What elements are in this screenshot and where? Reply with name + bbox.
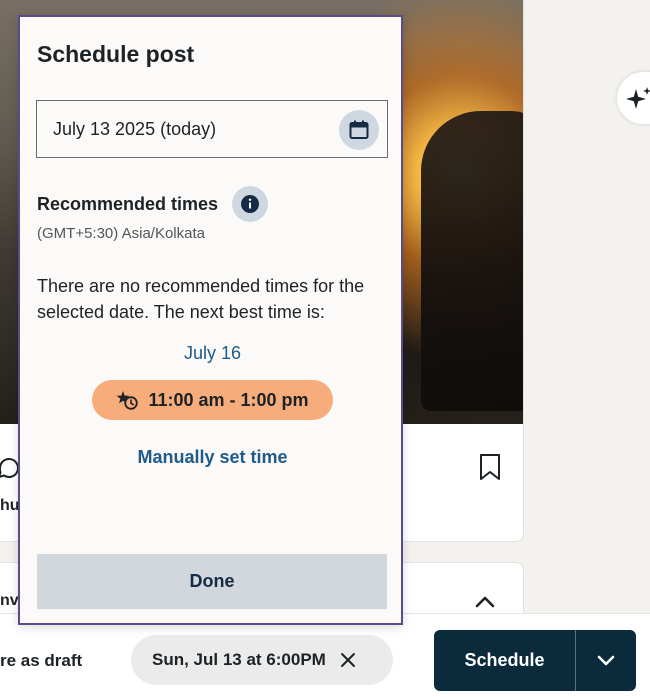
- image-shadow-shape: [421, 111, 523, 411]
- ai-assist-tab[interactable]: [617, 72, 650, 124]
- manually-set-time-link[interactable]: Manually set time: [20, 447, 405, 468]
- calendar-button[interactable]: [339, 110, 379, 150]
- scheduled-time-chip[interactable]: Sun, Jul 13 at 6:00PM: [131, 635, 393, 685]
- recommended-time-slot[interactable]: 11:00 am - 1:00 pm: [92, 380, 333, 420]
- schedule-button[interactable]: Schedule: [434, 630, 575, 691]
- schedule-post-popover: Schedule post July 13 2025 (today) Recom…: [18, 15, 403, 625]
- time-slot-label: 11:00 am - 1:00 pm: [148, 389, 309, 410]
- scheduled-time-text: Sun, Jul 13 at 6:00PM: [152, 650, 326, 669]
- recommended-times-heading: Recommended times: [37, 194, 219, 214]
- schedule-split-button: Schedule: [434, 630, 636, 691]
- star-clock-icon: [117, 391, 139, 410]
- chevron-down-icon: [597, 655, 615, 665]
- calendar-icon: [349, 120, 369, 139]
- done-button[interactable]: Done: [37, 554, 387, 609]
- post-author-partial: hu: [0, 497, 20, 514]
- info-button[interactable]: [232, 186, 268, 222]
- info-icon: [241, 195, 259, 213]
- close-icon[interactable]: [340, 652, 356, 668]
- schedule-options-button[interactable]: [576, 630, 636, 691]
- sparkle-icon: [626, 87, 650, 109]
- next-best-date: July 16: [183, 343, 242, 363]
- bookmark-icon[interactable]: [477, 453, 503, 481]
- no-recommendation-message: There are no recommended times for the s…: [37, 276, 365, 322]
- date-field-value: July 13 2025 (today): [53, 118, 217, 139]
- save-as-draft-button[interactable]: re as draft: [0, 651, 82, 671]
- timezone-label: (GMT+5:30) Asia/Kolkata: [37, 225, 205, 242]
- chevron-up-icon[interactable]: [474, 592, 496, 612]
- popover-title: Schedule post: [37, 41, 195, 67]
- date-field[interactable]: July 13 2025 (today): [36, 100, 388, 158]
